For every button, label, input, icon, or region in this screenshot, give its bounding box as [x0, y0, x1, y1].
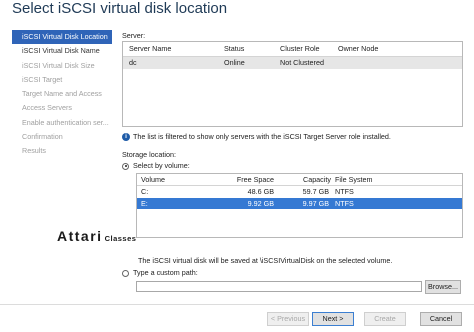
volume-table-header: Volume Free Space Capacity File System — [137, 174, 462, 186]
select-by-volume-option[interactable]: Select by volume: — [122, 161, 190, 170]
table-row-selected[interactable]: E: 9.92 GB 9.97 GB NTFS — [137, 198, 462, 209]
watermark: Attari Classes — [57, 228, 136, 246]
capacity-cell: 59.7 GB — [302, 187, 329, 196]
volume-cell: C: — [141, 187, 149, 196]
nav-item-confirmation: Confirmation — [22, 132, 63, 142]
filter-info: i The list is filtered to show only serve… — [122, 132, 391, 142]
table-row[interactable]: dc Online Not Clustered — [123, 57, 462, 69]
watermark-sub: Classes — [104, 234, 137, 243]
nav-item-results: Results — [22, 146, 46, 156]
info-icon: i — [122, 133, 130, 142]
server-table-header: Server Name Status Cluster Role Owner No… — [123, 42, 462, 57]
server-label: Server: — [122, 31, 146, 40]
watermark-main: Attari — [57, 228, 103, 244]
browse-button[interactable]: Browse... — [425, 280, 461, 294]
col-file-system[interactable]: File System — [335, 174, 373, 185]
col-status[interactable]: Status — [224, 42, 244, 56]
select-by-volume-radio[interactable] — [122, 162, 129, 170]
page-title: Select iSCSI virtual disk location — [12, 0, 228, 17]
col-volume[interactable]: Volume — [141, 174, 165, 185]
free-space-cell: 48.6 GB — [247, 187, 274, 196]
nav-item-disk-name[interactable]: iSCSI Virtual Disk Name — [12, 44, 112, 58]
storage-location-label: Storage location: — [122, 150, 176, 159]
file-system-cell: NTFS — [335, 187, 354, 196]
col-server-name[interactable]: Server Name — [129, 42, 171, 56]
create-button[interactable]: Create — [364, 312, 406, 326]
server-table: Server Name Status Cluster Role Owner No… — [122, 41, 463, 127]
nav-item-enable-authentication: Enable authentication ser... — [22, 117, 109, 127]
nav-item-iscsi-target: iSCSI Target — [22, 74, 63, 84]
file-system-cell: NTFS — [335, 199, 354, 208]
col-free-space[interactable]: Free Space — [237, 174, 274, 185]
col-cluster-role[interactable]: Cluster Role — [280, 42, 320, 56]
filter-info-text: The list is filtered to show only server… — [133, 132, 391, 141]
custom-path-option[interactable]: Type a custom path: — [122, 268, 198, 277]
next-button[interactable]: Next > — [312, 312, 354, 326]
volume-table: Volume Free Space Capacity File System C… — [136, 173, 463, 238]
nav-item-disk-location[interactable]: iSCSI Virtual Disk Location — [12, 30, 112, 45]
nav-item-target-name-access: Target Name and Access — [22, 89, 102, 99]
server-name-cell: dc — [129, 58, 137, 67]
free-space-cell: 9.92 GB — [247, 199, 274, 208]
volume-cell: E: — [141, 199, 148, 208]
col-owner-node[interactable]: Owner Node — [338, 42, 378, 56]
table-row[interactable]: C: 48.6 GB 59.7 GB NTFS — [137, 186, 462, 197]
custom-path-label: Type a custom path: — [133, 268, 198, 277]
wizard-nav: iSCSI Virtual Disk Location iSCSI Virtua… — [12, 30, 112, 159]
save-location-note: The iSCSI virtual disk will be saved at … — [138, 256, 393, 265]
nav-item-access-servers: Access Servers — [22, 103, 72, 113]
server-status-cell: Online — [224, 58, 245, 67]
capacity-cell: 9.97 GB — [302, 199, 329, 208]
footer-divider — [0, 304, 474, 305]
cancel-button[interactable]: Cancel — [420, 312, 462, 326]
server-cluster-role-cell: Not Clustered — [280, 58, 324, 67]
col-capacity[interactable]: Capacity — [303, 174, 331, 185]
nav-item-disk-size: iSCSI Virtual Disk Size — [22, 60, 95, 70]
select-by-volume-label: Select by volume: — [133, 161, 190, 170]
custom-path-radio[interactable] — [122, 269, 129, 277]
previous-button[interactable]: < Previous — [267, 312, 309, 326]
custom-path-input[interactable] — [136, 281, 422, 292]
